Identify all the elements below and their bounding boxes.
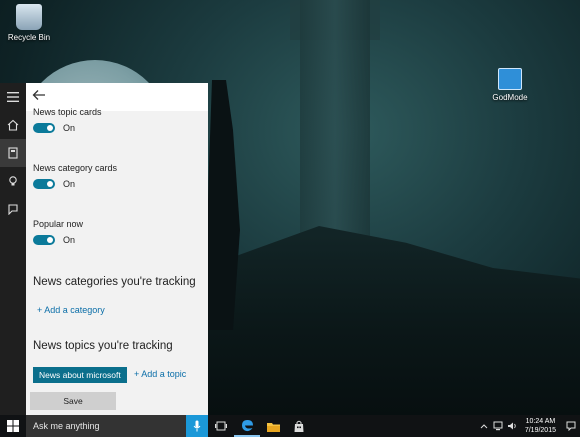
notification-icon[interactable] xyxy=(562,415,580,437)
home-icon[interactable] xyxy=(0,111,26,139)
topics-section-title: News topics you're tracking xyxy=(33,340,173,352)
setting-label: News category cards xyxy=(33,163,118,173)
setting-news-topic-cards: News topic cards On xyxy=(33,107,203,133)
figure-silhouette xyxy=(205,80,240,330)
add-category-link[interactable]: + Add a category xyxy=(37,305,105,315)
microphone-icon[interactable] xyxy=(186,415,208,437)
recycle-bin-icon xyxy=(16,4,42,30)
tower-background-body xyxy=(300,0,370,250)
categories-section-title: News categories you're tracking xyxy=(33,276,196,288)
setting-label: News topic cards xyxy=(33,107,102,117)
cortana-rail xyxy=(0,83,26,415)
toggle-state: On xyxy=(63,235,76,245)
taskbar: Ask me anything 10:24 AM 7/19/2015 xyxy=(0,415,580,437)
desktop-icon-label: GodMode xyxy=(492,93,528,102)
topic-chip[interactable]: News about microsoft xyxy=(33,367,127,383)
feedback-icon[interactable] xyxy=(0,195,26,223)
add-topic-link[interactable]: + Add a topic xyxy=(134,369,186,379)
file-explorer-icon[interactable] xyxy=(260,415,286,437)
clock[interactable]: 10:24 AM 7/19/2015 xyxy=(519,417,562,435)
desktop-icon-godmode[interactable]: GodMode xyxy=(480,68,540,102)
toggle-popular-now[interactable] xyxy=(33,235,55,245)
clock-date: 7/19/2015 xyxy=(524,427,556,434)
search-box[interactable]: Ask me anything xyxy=(26,415,208,437)
desktop-icon-label: Recycle Bin xyxy=(7,33,51,42)
godmode-folder-icon xyxy=(498,68,522,90)
system-tray: 10:24 AM 7/19/2015 xyxy=(477,415,580,437)
network-icon[interactable] xyxy=(491,415,505,437)
chevron-up-icon[interactable] xyxy=(477,415,491,437)
toggle-news-topic-cards[interactable] xyxy=(33,123,55,133)
save-button[interactable]: Save xyxy=(30,392,116,410)
clock-time: 10:24 AM xyxy=(525,418,556,425)
toggle-state: On xyxy=(63,179,76,189)
toggle-state: On xyxy=(63,123,76,133)
setting-label: Popular now xyxy=(33,219,84,229)
edge-icon[interactable] xyxy=(234,415,260,437)
desktop-icon-recycle-bin[interactable]: Recycle Bin xyxy=(0,4,59,42)
lightbulb-icon[interactable] xyxy=(0,167,26,195)
back-arrow-icon[interactable] xyxy=(32,88,46,106)
setting-news-category-cards: News category cards On xyxy=(33,163,203,189)
setting-popular-now: Popular now On xyxy=(33,219,203,245)
notebook-icon[interactable] xyxy=(0,139,26,167)
hamburger-menu-icon[interactable] xyxy=(0,83,26,111)
store-icon[interactable] xyxy=(286,415,312,437)
toggle-news-category-cards[interactable] xyxy=(33,179,55,189)
search-placeholder: Ask me anything xyxy=(33,421,100,431)
windows-start-icon[interactable] xyxy=(0,415,26,437)
volume-icon[interactable] xyxy=(505,415,519,437)
cortana-settings-panel: News topic cards On News category cards … xyxy=(26,83,208,415)
task-view-icon[interactable] xyxy=(208,415,234,437)
